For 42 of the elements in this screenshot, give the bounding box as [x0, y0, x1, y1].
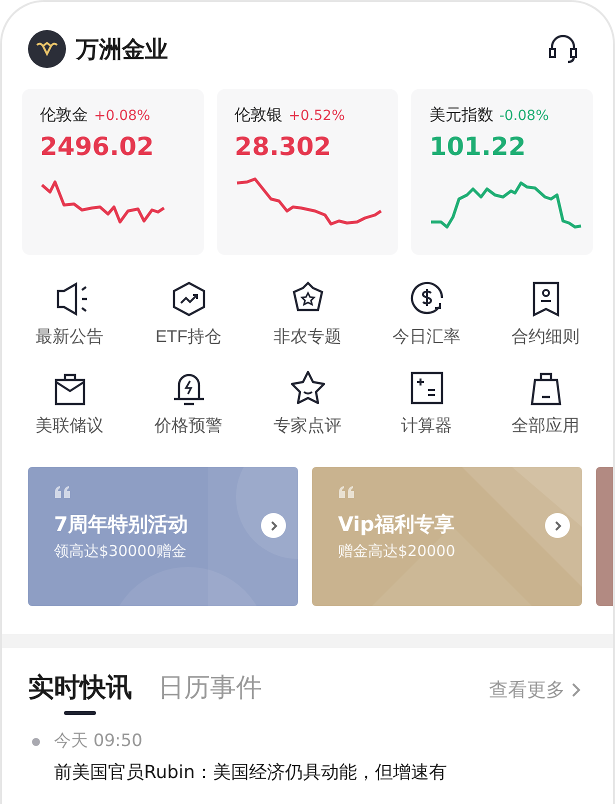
timeline-dot [32, 738, 40, 746]
shortcut-item[interactable]: 美联储议 [10, 370, 129, 437]
chevron-right-icon[interactable] [261, 513, 286, 538]
shortcut-item[interactable]: 计算器 [367, 370, 486, 437]
banner-subtitle: 赠金高达$20000 [338, 542, 456, 561]
quote-name: 伦敦银 [234, 105, 283, 124]
brand-logo [28, 30, 66, 68]
quote-mark-icon [54, 485, 72, 499]
shortcut-item[interactable]: 最新公告 [10, 281, 129, 348]
quote-name: 美元指数 [429, 105, 494, 124]
quote-change: +0.52% [288, 108, 345, 124]
calculator-icon [408, 370, 444, 406]
news-headline[interactable]: 前美国官员Rubin：美国经济仍具动能，但增速有 [54, 760, 447, 784]
quote-card[interactable]: 伦敦银 +0.52% 28.302 [216, 89, 398, 255]
quote-change: +0.08% [94, 108, 150, 124]
shortcut-item[interactable]: 合约细则 [486, 281, 605, 348]
quote-mark-icon [338, 485, 356, 499]
shortcut-item[interactable]: 专家点评 [248, 370, 367, 437]
quote-price: 101.22 [429, 132, 527, 161]
app-title: 万洲金业 [76, 36, 169, 64]
star-icon [290, 370, 326, 406]
quote-price: 28.302 [234, 132, 332, 161]
headset-icon[interactable] [547, 34, 579, 64]
banner-title: 7周年特别活动 [54, 511, 188, 538]
chevron-right-icon[interactable] [545, 513, 570, 538]
hexagon-chart-icon [170, 281, 206, 317]
quote-card[interactable]: 伦敦金 +0.08% 2496.02 [22, 89, 204, 255]
quote-name: 伦敦金 [40, 105, 88, 124]
banner-subtitle: 领高达$30000赠金 [54, 542, 188, 561]
shortcut-item[interactable]: 今日汇率 [367, 281, 486, 348]
shortcut-item[interactable]: ETF持仓 [129, 281, 248, 348]
quote-card[interactable]: 美元指数 -0.08% 101.22 [411, 89, 594, 255]
banner-title: Vip福利专享 [338, 511, 454, 538]
quote-change: -0.08% [499, 108, 549, 124]
shortcut-item[interactable]: 价格预警 [129, 370, 248, 437]
currency-exchange-icon [408, 281, 444, 317]
chevron-right-icon [571, 682, 581, 698]
shortcut-item[interactable]: 非农专题 [248, 281, 367, 348]
quote-price: 2496.02 [40, 132, 155, 161]
news-tab[interactable]: 实时快讯 [28, 670, 132, 715]
shortcut-item[interactable]: 全部应用 [486, 370, 605, 437]
news-time: 今天 09:50 [54, 730, 144, 752]
